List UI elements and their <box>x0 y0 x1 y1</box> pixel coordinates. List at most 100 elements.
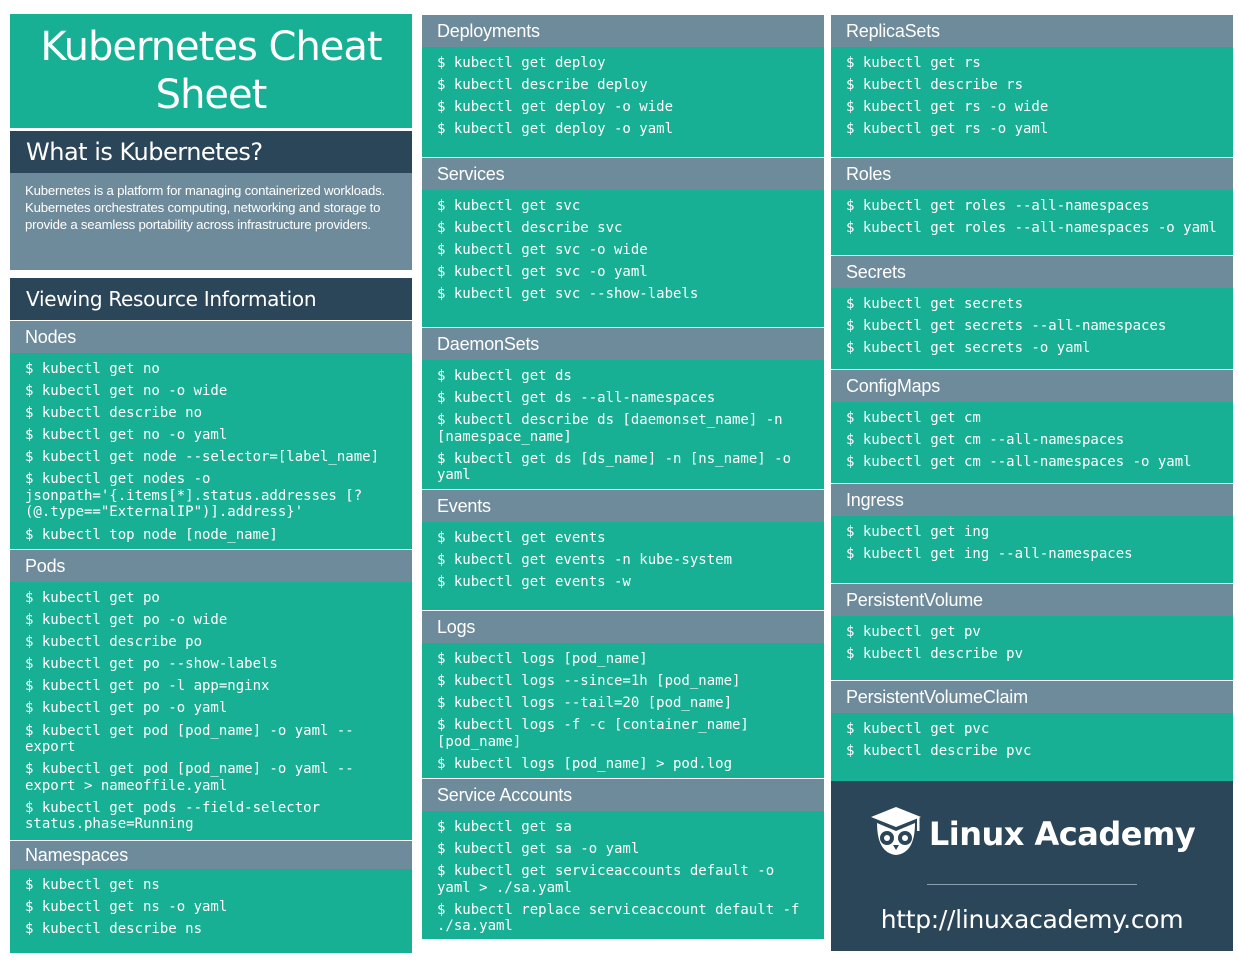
section-logs: Logs $ kubectl logs [pod_name] $ kubectl l… <box>422 610 824 778</box>
command-line: $ kubectl get po <box>25 590 160 606</box>
command-line: $ kubectl get svc -o yaml <box>437 264 648 281</box>
command-line: $ kubectl get svc --show-labels <box>437 286 699 303</box>
command-line: $ kubectl get deploy <box>437 55 606 71</box>
command-line: $ kubectl get events -n kube-system <box>437 552 733 569</box>
command-line: $ kubectl get pods --field-selector stat… <box>25 799 329 833</box>
command-line: $ kubectl describe pvc <box>846 743 1032 760</box>
brand-panel: Linux Academy http://linuxacademy.com <box>831 781 1233 951</box>
command-line: $ kubectl get po -o wide <box>25 612 228 629</box>
page-title: Kubernetes Cheat Sheet <box>40 24 382 118</box>
section-secrets: Secrets $ kubectl get secrets $ kubectl ge… <box>831 255 1233 369</box>
brand-name: Linux Academy <box>928 814 1196 853</box>
column-left: Kubernetes Cheat Sheet What is Kubernete… <box>10 14 412 953</box>
command-line: $ kubectl top node [node_name] <box>25 526 278 543</box>
command-line: $ kubectl get po -l app=nginx <box>25 678 270 695</box>
section-pods: Pods $ kubectl get po $ kubectl get po -o … <box>10 549 412 840</box>
command-list: $ kubectl get svc $ kubectl describe svc $… <box>422 190 824 327</box>
command-line: $ kubectl get cm --all-namespaces -o yam… <box>846 454 1192 471</box>
command-line: $ kubectl get ing --all-namespaces <box>846 546 1133 563</box>
command-line: $ kubectl get deploy -o yaml <box>437 121 674 138</box>
command-line: $ kubectl logs --tail=20 [pod_name] <box>437 695 733 712</box>
command-list: $ kubectl get rs $ kubectl describe rs $ k… <box>831 47 1233 157</box>
command-line: $ kubectl get ds --all-namespaces <box>437 390 716 407</box>
command-line: $ kubectl get nodes -o jsonpath='{.items… <box>25 471 363 521</box>
command-line: $ kubectl get no -o wide <box>25 383 228 400</box>
brand-divider <box>927 884 1137 885</box>
command-line: $ kubectl describe po <box>25 634 203 651</box>
section-daemonsets: DaemonSets $ kubectl get ds $ kubectl get … <box>422 327 824 489</box>
command-line: $ kubectl get secrets <box>846 296 1024 312</box>
command-line: $ kubectl describe ds [daemonset_name] -… <box>437 412 792 445</box>
section-replicasets: ReplicaSets $ kubectl get rs $ kubectl des… <box>831 14 1233 157</box>
section-heading-events: Events <box>422 489 824 522</box>
section-heading-ingress: Ingress <box>831 483 1233 516</box>
section-configmaps: ConfigMaps $ kubectl get cm $ kubectl get … <box>831 369 1233 483</box>
command-line: $ kubectl get ing <box>846 524 990 540</box>
column-middle: Deployments $ kubectl get deploy $ kubectl… <box>422 14 824 939</box>
command-line: $ kubectl describe deploy <box>437 77 648 94</box>
command-line: $ kubectl describe no <box>25 405 203 422</box>
command-line: $ kubectl get cm <box>846 410 981 426</box>
command-list: $ kubectl get ns $ kubectl get ns -o yaml… <box>10 869 412 953</box>
section-heading-configmaps: ConfigMaps <box>831 369 1233 402</box>
viewing-heading: Viewing Resource Information <box>10 278 412 320</box>
command-list: $ kubectl get pv $ kubectl describe pv <box>831 616 1233 680</box>
intro-heading: What is Kubernetes? <box>10 131 412 173</box>
command-list: $ kubectl get ing $ kubectl get ing --all… <box>831 516 1233 583</box>
command-line: $ kubectl get ns <box>25 877 160 893</box>
command-list: $ kubectl get events $ kubectl get events… <box>422 522 824 610</box>
section-persistent-volume: PersistentVolume $ kubectl get pv $ kubect… <box>831 583 1233 680</box>
section-heading-persistent-volume: PersistentVolume <box>831 583 1233 616</box>
command-line: $ kubectl get svc -o wide <box>437 242 648 259</box>
owl-graduation-cap-icon <box>869 805 923 862</box>
section-heading-namespaces: Namespaces <box>10 840 412 869</box>
section-service-accounts: Service Accounts $ kubectl get sa $ kubect… <box>422 778 824 939</box>
command-line: $ kubectl get roles --all-namespaces -o … <box>846 220 1217 237</box>
command-line: $ kubectl describe pv <box>846 646 1024 663</box>
command-list: $ kubectl get ds $ kubectl get ds --all-n… <box>422 360 824 489</box>
section-ingress: Ingress $ kubectl get ing $ kubectl get in… <box>831 483 1233 583</box>
command-list: $ kubectl get roles --all-namespaces $ ku… <box>831 190 1233 255</box>
command-line: $ kubectl get svc <box>437 198 581 214</box>
command-list: $ kubectl get po $ kubectl get po -o wide… <box>10 582 412 840</box>
command-line: $ kubectl get pvc <box>846 721 990 737</box>
command-list: $ kubectl get deploy $ kubectl describe d… <box>422 47 824 157</box>
command-list: $ kubectl get secrets $ kubectl get secre… <box>831 288 1233 369</box>
section-deployments: Deployments $ kubectl get deploy $ kubectl… <box>422 14 824 157</box>
command-line: $ kubectl replace serviceaccount default… <box>437 901 808 935</box>
command-line: $ kubectl get no -o yaml <box>25 427 228 444</box>
section-heading-daemonsets: DaemonSets <box>422 327 824 360</box>
command-line: $ kubectl get cm --all-namespaces <box>846 432 1125 449</box>
section-heading-pods: Pods <box>10 549 412 582</box>
command-line: $ kubectl get rs -o yaml <box>846 121 1049 138</box>
command-line: $ kubectl get po -o yaml <box>25 700 228 717</box>
command-line: $ kubectl get po --show-labels <box>25 656 278 673</box>
section-services: Services $ kubectl get svc $ kubectl descr… <box>422 157 824 327</box>
command-line: $ kubectl describe svc <box>437 220 623 237</box>
section-heading-logs: Logs <box>422 610 824 643</box>
command-line: $ kubectl get secrets -o yaml <box>846 340 1091 357</box>
command-line: $ kubectl get pod [pod_name] -o yaml --e… <box>25 761 354 794</box>
section-heading-service-accounts: Service Accounts <box>422 778 824 811</box>
section-roles: Roles $ kubectl get roles --all-namespace… <box>831 157 1233 255</box>
command-list: $ kubectl get pvc $ kubectl describe pvc <box>831 713 1233 781</box>
section-heading-nodes: Nodes <box>10 320 412 353</box>
section-heading-services: Services <box>422 157 824 190</box>
command-line: $ kubectl logs --since=1h [pod_name] <box>437 673 741 690</box>
brand-url[interactable]: http://linuxacademy.com <box>881 905 1184 934</box>
command-list: $ kubectl get sa $ kubectl get sa -o yaml… <box>422 811 824 939</box>
section-heading-roles: Roles <box>831 157 1233 190</box>
command-line: $ kubectl get serviceaccounts default -o… <box>437 863 783 896</box>
command-line: $ kubectl describe ns <box>25 921 203 938</box>
section-persistent-volume-claim: PersistentVolumeClaim $ kubectl get pvc $ … <box>831 680 1233 781</box>
command-line: $ kubectl get roles --all-namespaces <box>846 198 1150 214</box>
section-heading-deployments: Deployments <box>422 14 824 47</box>
command-list: $ kubectl logs [pod_name] $ kubectl logs … <box>422 643 824 778</box>
command-line: $ kubectl get events -w <box>437 574 631 591</box>
command-line: $ kubectl get ds [ds_name] -n [ns_name] … <box>437 450 800 484</box>
command-line: $ kubectl describe rs <box>846 77 1024 94</box>
command-line: $ kubectl get rs -o wide <box>846 99 1049 116</box>
command-list: $ kubectl get no $ kubectl get no -o wide… <box>10 353 412 549</box>
command-line: $ kubectl logs [pod_name] <box>437 651 648 667</box>
command-list: $ kubectl get cm $ kubectl get cm --all-n… <box>831 402 1233 483</box>
